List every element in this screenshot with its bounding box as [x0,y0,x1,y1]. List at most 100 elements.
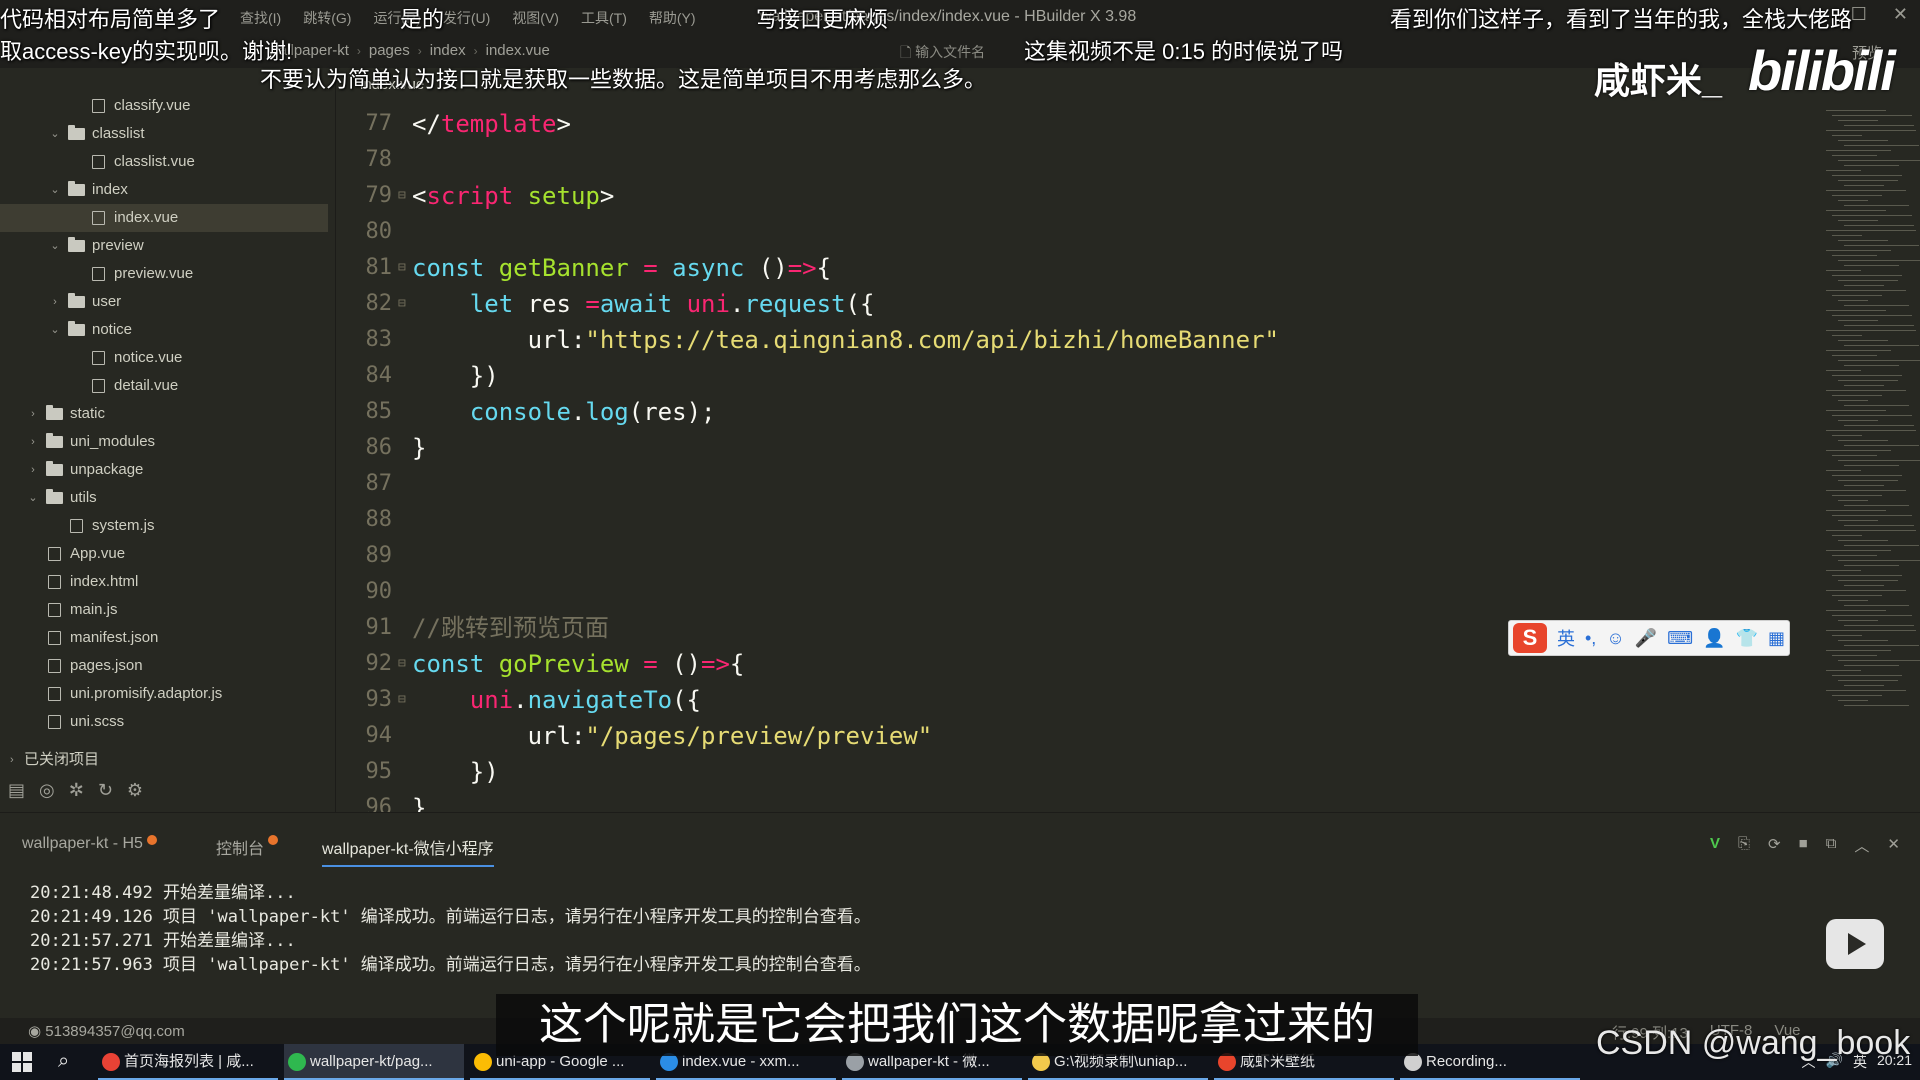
tree-item-preview[interactable]: ⌄ preview [0,232,336,260]
file-icon: 🗋 [900,44,916,60]
video-play-icon[interactable] [1826,919,1884,969]
close-icon[interactable]: ✕ [1887,835,1900,856]
tree-item-label: App.vue [70,545,126,562]
menu-item[interactable]: 工具(T) [581,8,627,28]
tree-item-preview-vue[interactable]: preview.vue [0,260,336,288]
taskbar-app[interactable]: Recording... [1400,1044,1580,1080]
filter-icon[interactable]: V [1710,835,1720,856]
breadcrumb-item[interactable]: index.vue [486,42,550,59]
minimap-line [1844,385,1884,386]
tree-item-manifest-json[interactable]: manifest.json [0,624,336,652]
refresh-icon[interactable]: ↻ [98,780,113,801]
code-line: 90 [336,574,1796,610]
code-line: 94 url:"/pages/preview/preview" [336,718,1796,754]
tree-item-classify-vue[interactable]: classify.vue [0,92,336,120]
tab-h5[interactable]: wallpaper-kt - H5 [22,835,157,853]
tab-console[interactable]: 控制台 [216,835,279,859]
fold-icon[interactable]: ⊟ [398,682,406,718]
maximize-icon[interactable]: ☐ [1851,4,1867,25]
tree-item-label: index.html [70,573,139,590]
preview-icon[interactable]: ◎ [39,780,55,801]
tree-item-notice-vue[interactable]: notice.vue [0,344,336,372]
line-number: 77 [365,111,393,136]
tree-item-uni-modules[interactable]: › uni_modules [0,428,336,456]
maximize-icon[interactable]: ︿ [1854,835,1869,856]
tree-item-label: index [92,181,128,198]
menu-item[interactable]: 跳转(G) [303,8,351,28]
folder-icon [68,321,85,336]
restart-icon[interactable]: ⟳ [1768,835,1781,856]
tree-item-index-vue[interactable]: index.vue [0,204,328,232]
tree-item-system-js[interactable]: system.js [0,512,336,540]
minimap-line [1838,460,1920,461]
tree-item-classlist[interactable]: ⌄ classlist [0,120,336,148]
tree-item-index[interactable]: ⌄ index [0,176,336,204]
menu-item[interactable]: 查找(I) [240,8,281,28]
breadcrumb-item[interactable]: pages [369,42,410,59]
tree-item-pages-json[interactable]: pages.json [0,652,336,680]
minimap-line [1844,285,1884,286]
ime-language[interactable]: 英 [1557,625,1575,651]
minimap-line [1832,275,1902,276]
tree-item-label: unpackage [70,461,144,478]
tree-item-static[interactable]: › static [0,400,336,428]
open-window-icon[interactable]: ⧉ [1826,835,1837,856]
close-icon[interactable]: ✕ [1893,4,1908,25]
tree-item-uni-scss[interactable]: uni.scss [0,708,336,736]
ime-user-icon[interactable]: 👤 [1703,628,1725,649]
taskbar-app[interactable]: wallpaper-kt/pag... [284,1044,464,1080]
account-label[interactable]: ◉ 513894357@qq.com [28,1022,185,1040]
log-line: 20:21:57.963 项目 'wallpaper-kt' 编译成功。前端运行… [30,955,871,975]
code-editor[interactable]: 77 </template> 78 79 ⊟ <script setup> 80 81 ⊟ con… [336,100,1806,812]
minimap-line [1832,675,1902,676]
menu-item[interactable]: 发行(U) [443,8,490,28]
fold-icon[interactable]: ⊟ [398,646,406,682]
minimap-line [1838,640,1888,641]
minimap[interactable] [1806,100,1920,812]
ime-skin-icon[interactable]: 👕 [1736,628,1758,649]
tree-item-main-js[interactable]: main.js [0,596,336,624]
console-toolbar: V ⎘ ⟳ ■ ⧉ ︿ ✕ [1710,835,1900,856]
project-manager-icon[interactable]: ▤ [8,780,25,801]
search-icon[interactable]: ⌕ [58,1050,69,1073]
tree-item-unpackage[interactable]: › unpackage [0,456,336,484]
fold-icon[interactable]: ⊟ [398,250,406,286]
menu-item[interactable]: 帮助(Y) [649,8,696,28]
minimap-line [1832,435,1862,436]
ime-keyboard-icon[interactable]: ⌨ [1667,628,1693,649]
ime-punctuation-icon[interactable]: •, [1585,628,1596,649]
ime-toolbox-icon[interactable]: ▦ [1768,628,1785,649]
chevron-down-icon: ⌄ [50,184,60,196]
windows-start-icon[interactable] [12,1052,32,1072]
minimap-line [1844,565,1899,566]
taskbar-app[interactable]: 首页海报列表 | 咸... [98,1044,278,1080]
tree-item-app-vue[interactable]: App.vue [0,540,336,568]
tree-item-index-html[interactable]: index.html [0,568,336,596]
minimap-line [1838,120,1878,121]
tree-item-utils[interactable]: ⌄ utils [0,484,336,512]
copy-icon[interactable]: ⎘ [1738,835,1750,856]
fold-icon[interactable]: ⊟ [398,286,406,322]
fold-icon[interactable]: ⊟ [398,178,406,214]
debug-icon[interactable]: ✲ [69,780,84,801]
tree-item-notice[interactable]: ⌄ notice [0,316,336,344]
line-number: 80 [365,219,393,244]
minimap-line [1844,445,1919,446]
stop-icon[interactable]: ■ [1799,835,1808,856]
tree-item-user[interactable]: › user [0,288,336,316]
closed-projects-item[interactable]: › 已关闭项目 [0,746,336,774]
ime-toolbar[interactable]: S 英 •, ☺ 🎤 ⌨ 👤 👕 ▦ [1508,620,1790,656]
line-number: 84 [365,363,393,388]
tree-item-detail-vue[interactable]: detail.vue [0,372,336,400]
line-number: 89 [365,543,393,568]
menu-item[interactable]: 视图(V) [512,8,559,28]
danmaku-comment: 写接口更麻烦 [756,7,889,32]
tab-weixin-miniprogram[interactable]: wallpaper-kt-微信小程序 [322,835,494,867]
tree-item-uni-promisify-adaptor-js[interactable]: uni.promisify.adaptor.js [0,680,336,708]
ime-voice-icon[interactable]: 🎤 [1635,628,1657,649]
breadcrumb-item[interactable]: index [430,42,466,59]
minimap-line [1826,630,1916,631]
plugin-icon[interactable]: ⚙ [127,780,143,801]
ime-emoji-icon[interactable]: ☺ [1606,628,1624,649]
tree-item-classlist-vue[interactable]: classlist.vue [0,148,336,176]
